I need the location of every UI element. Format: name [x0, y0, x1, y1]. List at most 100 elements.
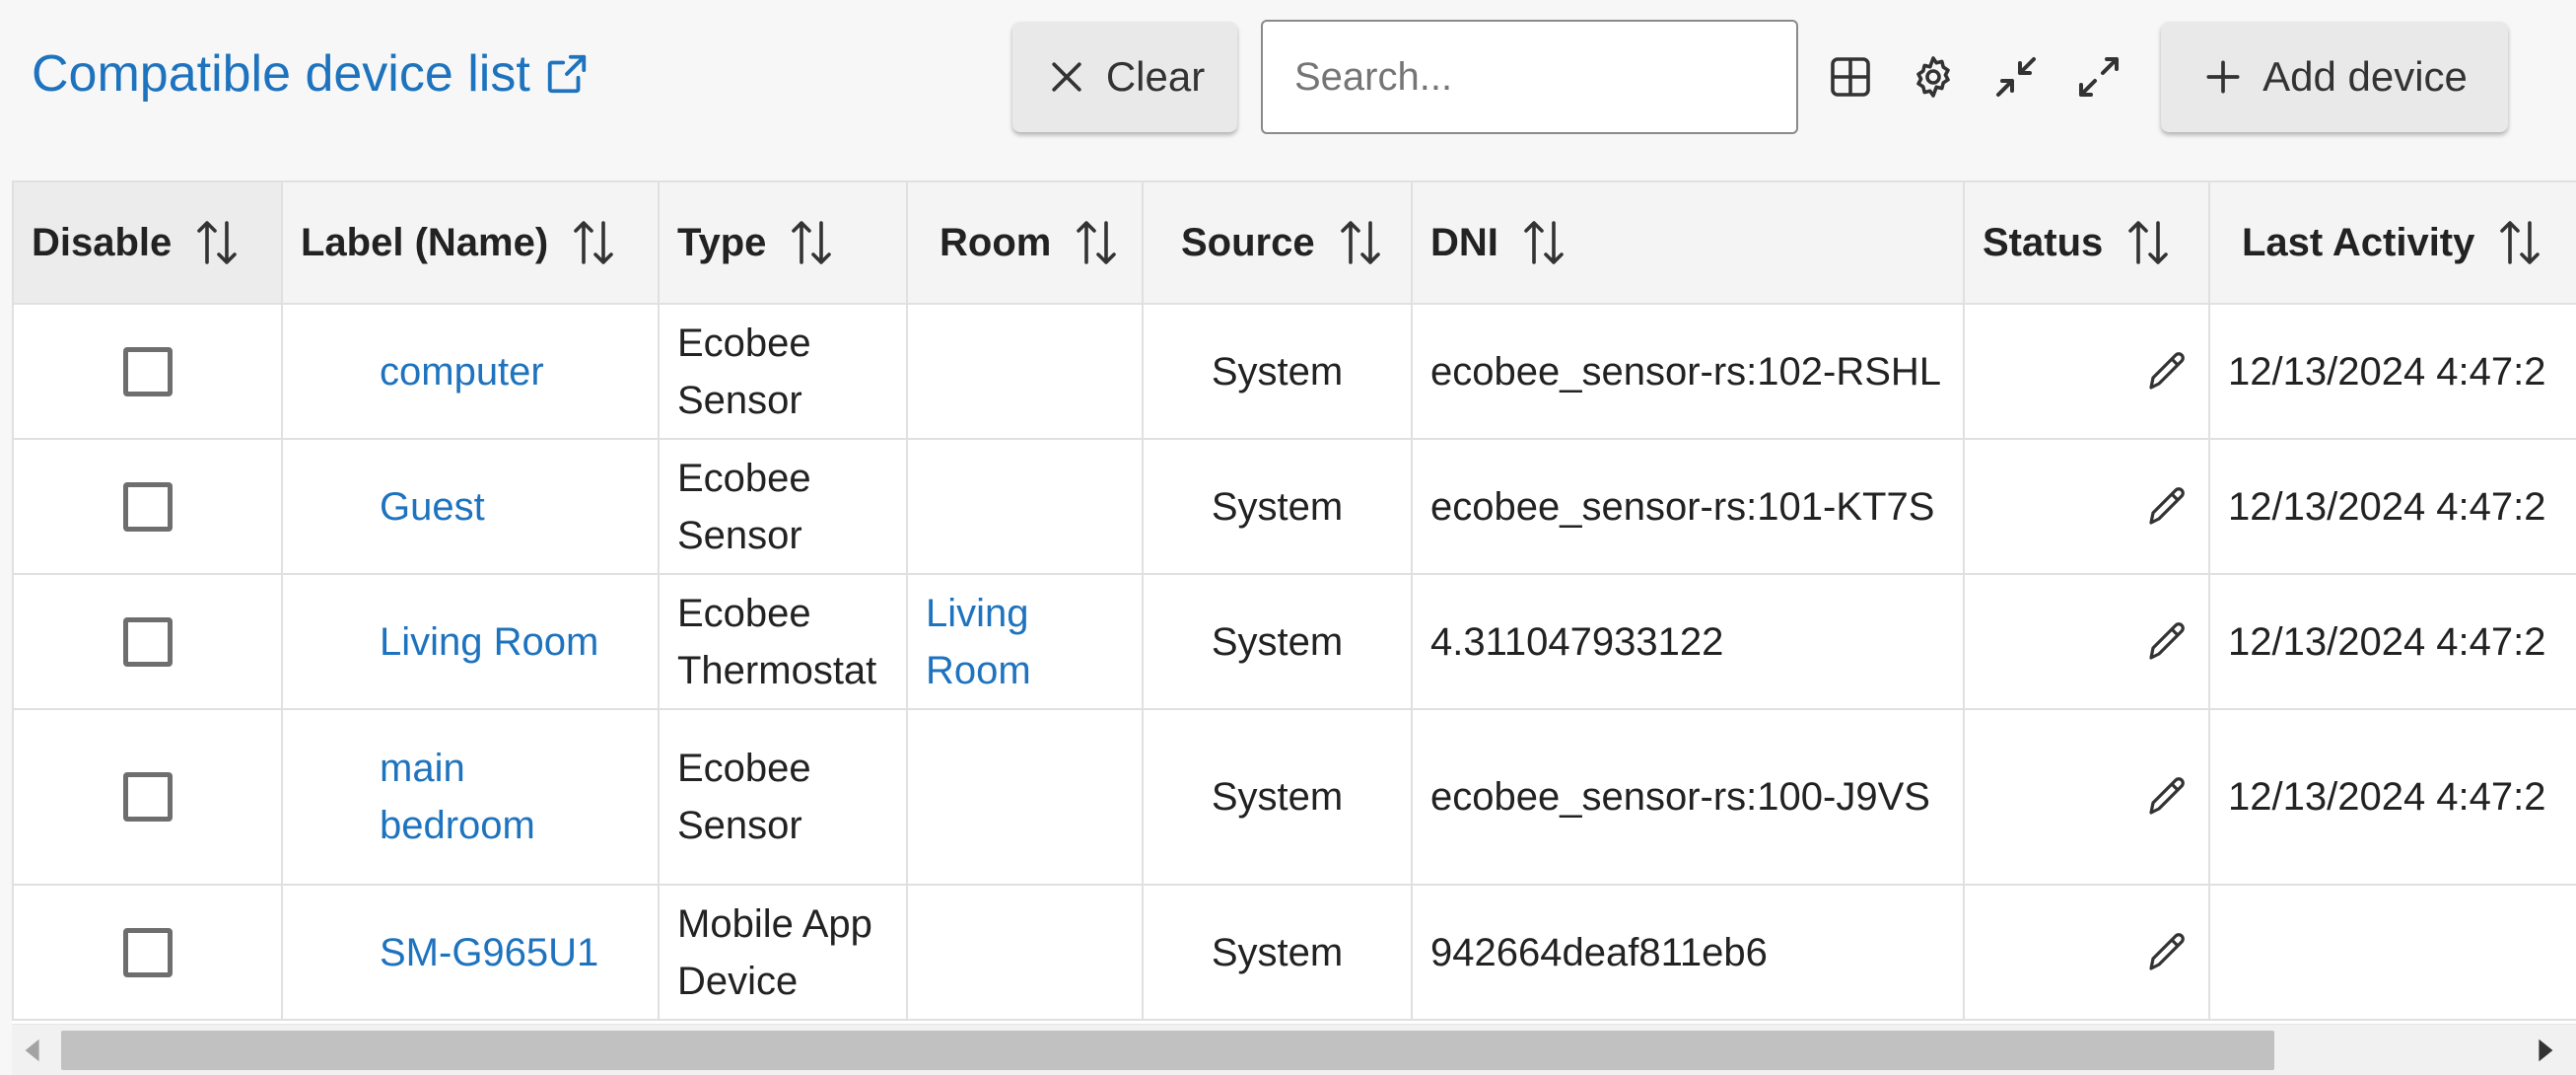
type-cell: Ecobee Sensor	[658, 708, 908, 886]
table-row: Living Room Ecobee Thermostat Living Roo…	[12, 573, 2576, 710]
column-header-label: Source	[1181, 220, 1315, 264]
toolbar: Compatible device list Clear Add device	[0, 0, 2576, 173]
sort-icon	[2500, 221, 2541, 264]
pencil-icon	[2149, 621, 2185, 660]
room-cell	[906, 303, 1144, 440]
compatible-device-list-link[interactable]: Compatible device list	[32, 39, 590, 108]
column-header-disable[interactable]: Disable	[12, 180, 283, 305]
last-activity-cell: 12/13/2024 4:47:2	[2208, 708, 2576, 886]
column-header-type[interactable]: Type	[658, 180, 908, 305]
scrollbar-thumb[interactable]	[61, 1031, 2274, 1070]
dni-cell: 942664deaf811eb6	[1411, 884, 1965, 1021]
collapse-button[interactable]	[1986, 47, 2046, 107]
device-label-link[interactable]: SM-G965U1	[301, 924, 640, 981]
source-cell: System	[1142, 303, 1413, 440]
scroll-right-icon[interactable]	[2531, 1037, 2558, 1064]
edit-status-button[interactable]	[1983, 929, 2191, 976]
disable-checkbox[interactable]	[122, 616, 173, 667]
room-cell	[906, 884, 1144, 1021]
label-cell: Living Room	[281, 573, 660, 710]
device-table: Disable Label (Name) Type Room Source DN…	[12, 180, 2576, 1021]
dni-cell: 4.311047933122	[1411, 573, 1965, 710]
source-cell: System	[1142, 438, 1413, 575]
type-cell: Mobile App Device	[658, 884, 908, 1021]
edit-status-button[interactable]	[1983, 773, 2191, 821]
collapse-icon	[1996, 57, 2036, 97]
horizontal-scrollbar[interactable]	[12, 1024, 2576, 1075]
table-header-row: Disable Label (Name) Type Room Source DN…	[12, 180, 2576, 305]
type-cell: Ecobee Thermostat	[658, 573, 908, 710]
status-cell	[1963, 303, 2210, 440]
sort-icon	[792, 221, 832, 264]
disable-checkbox[interactable]	[122, 481, 173, 532]
device-label-link[interactable]: Living Room	[301, 613, 640, 671]
room-cell	[906, 438, 1144, 575]
label-cell: main bedroom	[281, 708, 660, 886]
sort-icon	[197, 221, 238, 264]
disable-cell	[12, 708, 283, 886]
dni-cell: ecobee_sensor-rs:100-J9VS	[1411, 708, 1965, 886]
column-header-room[interactable]: Room	[906, 180, 1144, 305]
disable-cell	[12, 573, 283, 710]
column-header-last-activity[interactable]: Last Activity	[2208, 180, 2576, 305]
column-header-dni[interactable]: DNI	[1411, 180, 1965, 305]
status-cell	[1963, 884, 2210, 1021]
settings-button[interactable]	[1904, 47, 1963, 107]
table-row: computer Ecobee Sensor System ecobee_sen…	[12, 303, 2576, 440]
disable-cell	[12, 303, 283, 440]
edit-status-button[interactable]	[1983, 483, 2191, 531]
columns-button[interactable]	[1821, 47, 1880, 107]
scroll-left-icon[interactable]	[20, 1037, 47, 1064]
type-cell: Ecobee Sensor	[658, 303, 908, 440]
device-label-link[interactable]: Guest	[301, 478, 640, 536]
status-cell	[1963, 438, 2210, 575]
dni-cell: ecobee_sensor-rs:102-RSHL	[1411, 303, 1965, 440]
expand-icon	[2079, 57, 2119, 97]
pencil-icon	[2149, 932, 2185, 970]
sort-icon	[2128, 221, 2169, 264]
last-activity-cell: 12/13/2024 4:47:2	[2208, 573, 2576, 710]
clear-button[interactable]: Clear	[1012, 22, 1237, 132]
page-title: Compatible device list	[32, 45, 530, 103]
column-header-label: Room	[940, 220, 1052, 264]
gear-icon	[1916, 56, 1950, 98]
room-link[interactable]: Living Room	[926, 585, 1124, 699]
room-cell	[906, 708, 1144, 886]
sort-icon	[574, 221, 613, 264]
table-row: SM-G965U1 Mobile App Device System 94266…	[12, 884, 2576, 1021]
last-activity-cell: 12/13/2024 4:47:2	[2208, 303, 2576, 440]
column-header-label: DNI	[1430, 220, 1498, 264]
expand-button[interactable]	[2069, 47, 2128, 107]
dni-cell: ecobee_sensor-rs:101-KT7S	[1411, 438, 1965, 575]
status-cell	[1963, 708, 2210, 886]
pencil-icon	[2149, 486, 2185, 525]
disable-checkbox[interactable]	[122, 927, 173, 977]
source-cell: System	[1142, 573, 1413, 710]
column-header-label-name[interactable]: Label (Name)	[281, 180, 660, 305]
disable-checkbox[interactable]	[122, 346, 173, 396]
add-device-label: Add device	[2263, 53, 2468, 100]
last-activity-cell	[2208, 884, 2576, 1021]
disable-checkbox[interactable]	[122, 772, 173, 822]
edit-status-button[interactable]	[1983, 348, 2191, 395]
table-row: main bedroom Ecobee Sensor System ecobee…	[12, 708, 2576, 886]
pencil-icon	[2149, 351, 2185, 390]
close-icon	[1052, 62, 1081, 92]
column-header-source[interactable]: Source	[1142, 180, 1413, 305]
type-cell: Ecobee Sensor	[658, 438, 908, 575]
column-header-label: Label (Name)	[301, 220, 549, 264]
disable-cell	[12, 438, 283, 575]
search-input[interactable]	[1261, 20, 1798, 134]
sort-icon	[1524, 221, 1564, 264]
external-link-icon	[547, 54, 586, 94]
grid-icon	[1831, 57, 1870, 97]
source-cell: System	[1142, 708, 1413, 886]
column-header-status[interactable]: Status	[1963, 180, 2210, 305]
label-cell: SM-G965U1	[281, 884, 660, 1021]
edit-status-button[interactable]	[1983, 618, 2191, 666]
sort-icon	[1340, 221, 1380, 264]
add-device-button[interactable]: Add device	[2161, 22, 2508, 132]
device-label-link[interactable]: computer	[301, 343, 640, 400]
label-cell: Guest	[281, 438, 660, 575]
device-label-link[interactable]: main bedroom	[301, 740, 535, 854]
